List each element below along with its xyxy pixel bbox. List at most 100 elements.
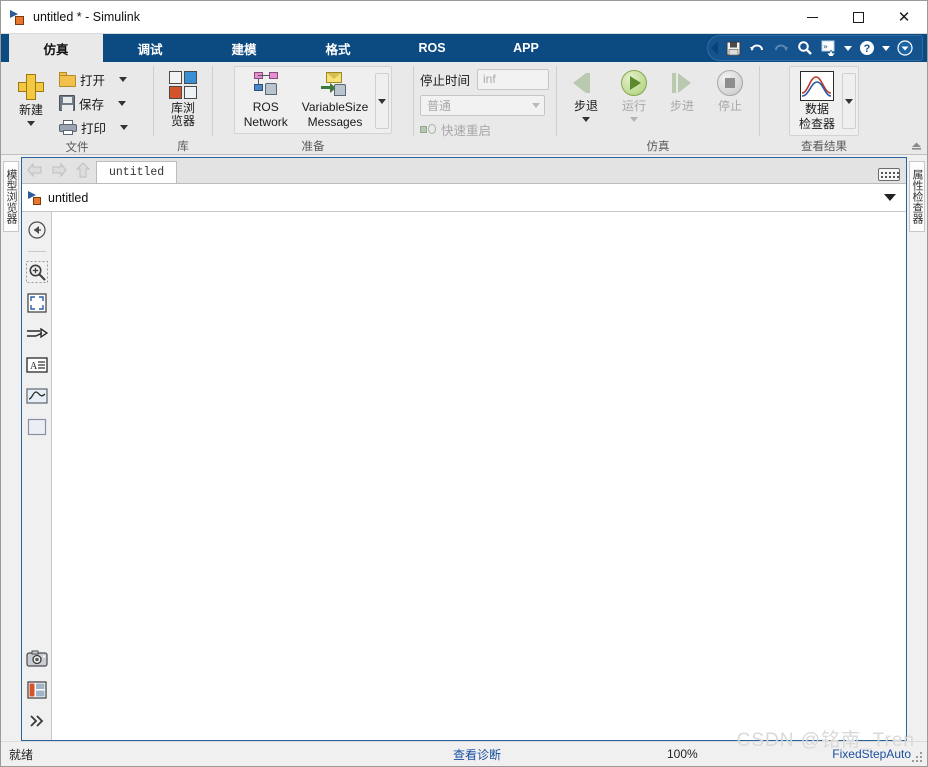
annotation-icon[interactable]: A — [25, 353, 49, 377]
stop-time-input[interactable]: inf — [477, 68, 550, 90]
main-area: 模型浏览器 untitled untitled A 属性检查器 — [1, 155, 927, 741]
viewer-scope-icon[interactable] — [25, 384, 49, 408]
qat-save-icon[interactable] — [722, 37, 744, 59]
solver-text[interactable]: FixedStepAuto — [832, 747, 911, 761]
ribbon-collapse-button[interactable] — [909, 138, 923, 152]
library-browser-icon — [168, 70, 198, 100]
chevron-down-icon[interactable] — [884, 194, 896, 201]
fast-restart-label: 快速重启 — [441, 124, 492, 138]
ribbon-group-label-settings — [414, 139, 556, 154]
model-canvas[interactable] — [52, 212, 906, 740]
ros-network-button[interactable]: ROS Network — [237, 69, 295, 131]
nav-back-icon — [26, 161, 44, 179]
title-bar: untitled * - Simulink ✕ — [1, 1, 927, 34]
ribbon-group-file: 新建 打开 保存 打印 文件 — [1, 62, 153, 154]
tool-separator — [27, 251, 46, 252]
ribbon-group-label-simulate: 仿真 — [646, 141, 670, 153]
qat-more-options-icon[interactable] — [894, 37, 916, 59]
stop-button[interactable]: 停止 — [706, 66, 754, 115]
ribbon-group-label-prepare: 准备 — [301, 141, 325, 153]
simulink-window: untitled * - Simulink ✕ 仿真 调试 建模 格式 ROS … — [0, 0, 928, 767]
save-button[interactable]: 保存 — [57, 91, 130, 115]
status-ready-text: 就绪 — [9, 747, 34, 762]
document-tab-untitled[interactable]: untitled — [96, 161, 178, 183]
simulation-mode-row: 普通 — [420, 94, 545, 116]
fast-restart-icon — [420, 123, 436, 136]
save-caret-icon[interactable] — [118, 100, 127, 106]
ribbon: 新建 打开 保存 打印 文件 库浏览器 库 ROS Network Variab… — [1, 62, 927, 155]
fast-restart-toggle[interactable]: 快速重启 — [420, 120, 491, 139]
keyboard-icon[interactable] — [878, 168, 900, 181]
qat-redo-icon — [770, 37, 792, 59]
property-inspector-tab[interactable]: 属性检查器 — [909, 161, 925, 232]
svg-text:»: » — [823, 42, 828, 51]
simulink-model-icon — [28, 190, 43, 205]
ribbon-group-library: 库浏览器 库 — [154, 62, 212, 154]
qat-undo-icon[interactable] — [746, 37, 768, 59]
maximize-button[interactable] — [835, 1, 881, 34]
model-browser-tab[interactable]: 模型浏览器 — [3, 161, 19, 232]
run-button[interactable]: 运行 — [610, 66, 658, 124]
canvas-row: A — [22, 212, 906, 740]
step-forward-icon — [667, 68, 697, 98]
variable-size-messages-button[interactable]: VariableSize Messages — [295, 69, 375, 131]
variable-size-messages-icon — [319, 71, 351, 99]
ribbon-tab-strip: 仿真 调试 建模 格式 ROS APP » ? — [1, 34, 927, 62]
qat-command-caret-icon[interactable] — [842, 37, 854, 59]
library-browser-button[interactable]: 库浏览器 — [159, 68, 207, 130]
window-title: untitled * - Simulink — [33, 10, 140, 24]
tab-ros[interactable]: ROS — [385, 34, 479, 62]
ribbon-group-simulation-settings: 停止时间 inf 普通 快速重启 — [414, 62, 556, 154]
data-inspector-button[interactable]: 数据 检查器 — [792, 69, 842, 133]
tab-app[interactable]: APP — [479, 34, 573, 62]
run-icon — [619, 68, 649, 98]
zoom-in-icon[interactable] — [25, 260, 49, 284]
editor-nav-buttons — [22, 157, 96, 183]
qat-command-favorites-icon[interactable]: » — [818, 37, 840, 59]
nav-forward-icon — [50, 161, 68, 179]
left-panel-strip: 模型浏览器 — [1, 155, 21, 741]
print-button[interactable]: 打印 — [57, 115, 130, 139]
ribbon-group-prepare: ROS Network VariableSize Messages 准备 — [213, 62, 413, 154]
print-caret-icon[interactable] — [120, 124, 129, 130]
breadcrumb: untitled — [22, 184, 906, 212]
data-inspector-icon — [799, 71, 834, 101]
step-forward-button[interactable]: 步进 — [658, 66, 706, 115]
tab-debug[interactable]: 调试 — [103, 34, 197, 62]
ribbon-group-review-results: 数据 检查器 查看结果 — [760, 62, 888, 154]
qat-left-arrow — [711, 41, 718, 55]
tab-modeling[interactable]: 建模 — [197, 34, 291, 62]
close-button[interactable]: ✕ — [881, 1, 927, 34]
qat-help-icon[interactable]: ? — [856, 37, 878, 59]
canvas-tool-strip: A — [22, 212, 52, 740]
editor-tab-bar: untitled — [22, 158, 906, 184]
navigate-up-icon[interactable] — [25, 218, 49, 242]
minimize-button[interactable] — [789, 1, 835, 34]
breadcrumb-model-name[interactable]: untitled — [48, 191, 88, 205]
block-placeholder-icon[interactable] — [25, 415, 49, 439]
editor-tab-bar-right — [878, 168, 906, 183]
open-caret-icon[interactable] — [119, 76, 128, 82]
snapshot-camera-icon[interactable] — [25, 647, 49, 671]
qat-help-caret-icon[interactable] — [880, 37, 892, 59]
view-diagnostics-link[interactable]: 查看诊断 — [453, 746, 501, 763]
plus-icon — [16, 72, 46, 102]
simulation-mode-select[interactable]: 普通 — [420, 94, 545, 116]
fit-to-view-icon[interactable] — [25, 291, 49, 315]
model-editor: untitled untitled A — [21, 157, 907, 741]
prepare-overflow-caret-icon[interactable] — [375, 73, 390, 129]
open-button[interactable]: 打开 — [57, 67, 130, 91]
resize-grip[interactable] — [912, 752, 924, 764]
tab-format[interactable]: 格式 — [291, 34, 385, 62]
zoom-level-text[interactable]: 100% — [667, 747, 698, 761]
review-results-overflow-caret-icon[interactable] — [842, 73, 856, 129]
ribbon-group-label-review: 查看结果 — [801, 141, 847, 153]
nav-up-icon — [74, 161, 92, 179]
signal-line-icon[interactable] — [25, 322, 49, 346]
legend-layout-icon[interactable] — [25, 678, 49, 702]
new-model-button[interactable]: 新建 — [7, 70, 55, 128]
step-back-button[interactable]: 步退 — [562, 66, 610, 124]
qat-search-icon[interactable] — [794, 37, 816, 59]
tab-simulation[interactable]: 仿真 — [9, 34, 103, 62]
more-tools-icon[interactable] — [25, 709, 49, 733]
